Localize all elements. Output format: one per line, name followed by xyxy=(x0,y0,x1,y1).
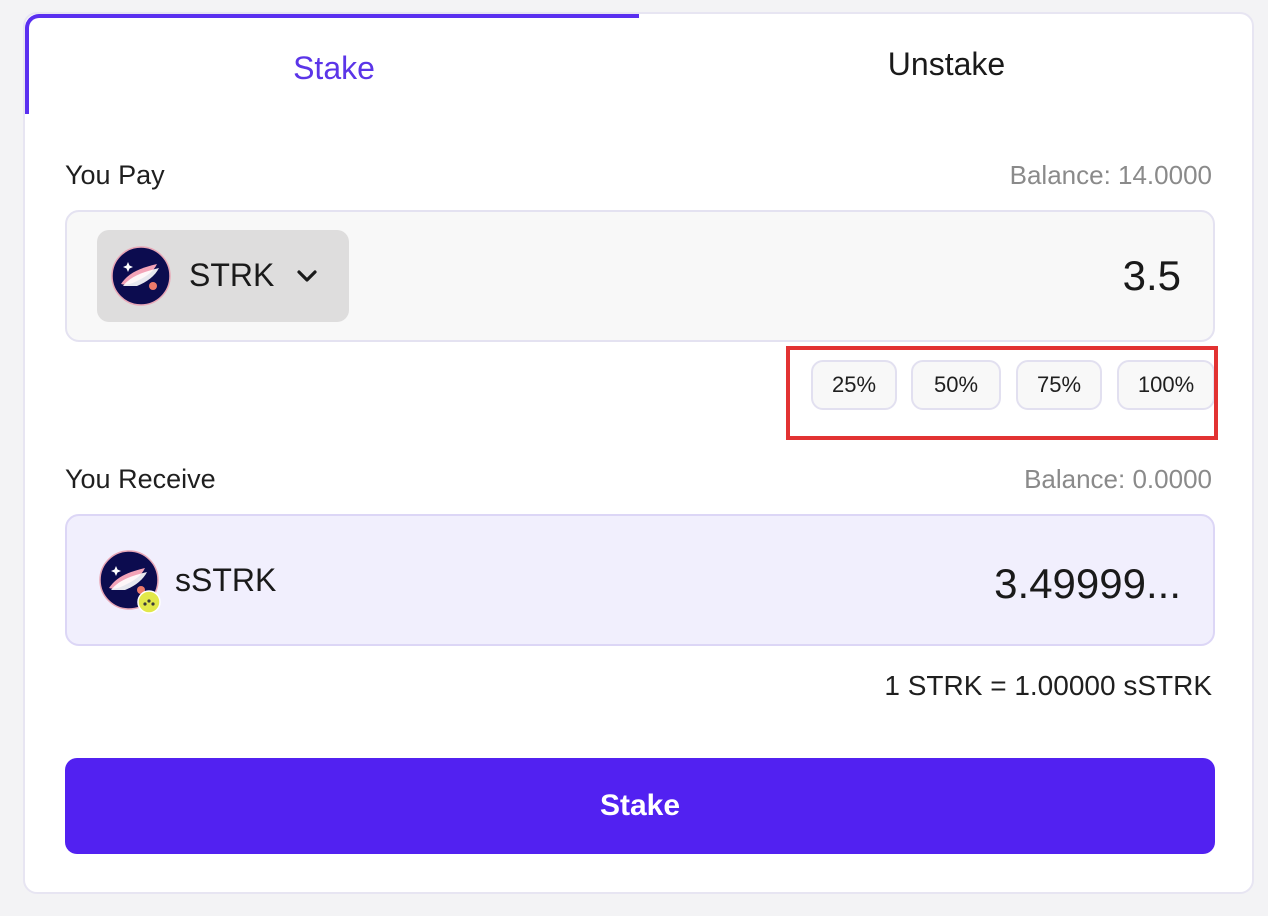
receive-balance: Balance: 0.0000 xyxy=(1024,464,1212,494)
pay-balance: Balance: 14.0000 xyxy=(1009,160,1212,190)
percent-button-group: 25% 50% 75% 100% xyxy=(811,360,1215,412)
tab-stake[interactable]: Stake xyxy=(25,14,639,114)
percent-50-button[interactable]: 50% xyxy=(911,360,1001,410)
tab-unstake[interactable]: Unstake xyxy=(639,14,1252,118)
pay-amount-input[interactable]: 3.5 xyxy=(1123,252,1181,300)
pay-token-name: STRK xyxy=(189,257,275,293)
token-select-dropdown[interactable]: STRK xyxy=(97,230,349,322)
exchange-rate: 1 STRK = 1.00000 sSTRK xyxy=(884,670,1212,701)
starknet-logo-icon xyxy=(111,246,171,306)
percent-100-button[interactable]: 100% xyxy=(1117,360,1215,410)
stake-card: Stake Unstake You Pay Balance: 14.0000 S… xyxy=(23,12,1254,894)
you-receive-label: You Receive xyxy=(65,464,216,494)
pay-input-box: STRK 3.5 xyxy=(65,210,1215,342)
stake-submit-button[interactable]: Stake xyxy=(65,758,1215,854)
tab-bar: Stake Unstake xyxy=(25,14,1252,114)
you-pay-label: You Pay xyxy=(65,160,165,190)
percent-75-button[interactable]: 75% xyxy=(1016,360,1102,410)
receive-output-box: sSTRK 3.49999... xyxy=(65,514,1215,646)
receive-amount: 3.49999... xyxy=(994,560,1181,607)
staked-badge-icon xyxy=(137,590,161,614)
percent-25-button[interactable]: 25% xyxy=(811,360,897,410)
chevron-down-icon xyxy=(297,270,317,282)
receive-token-name: sSTRK xyxy=(175,562,277,598)
